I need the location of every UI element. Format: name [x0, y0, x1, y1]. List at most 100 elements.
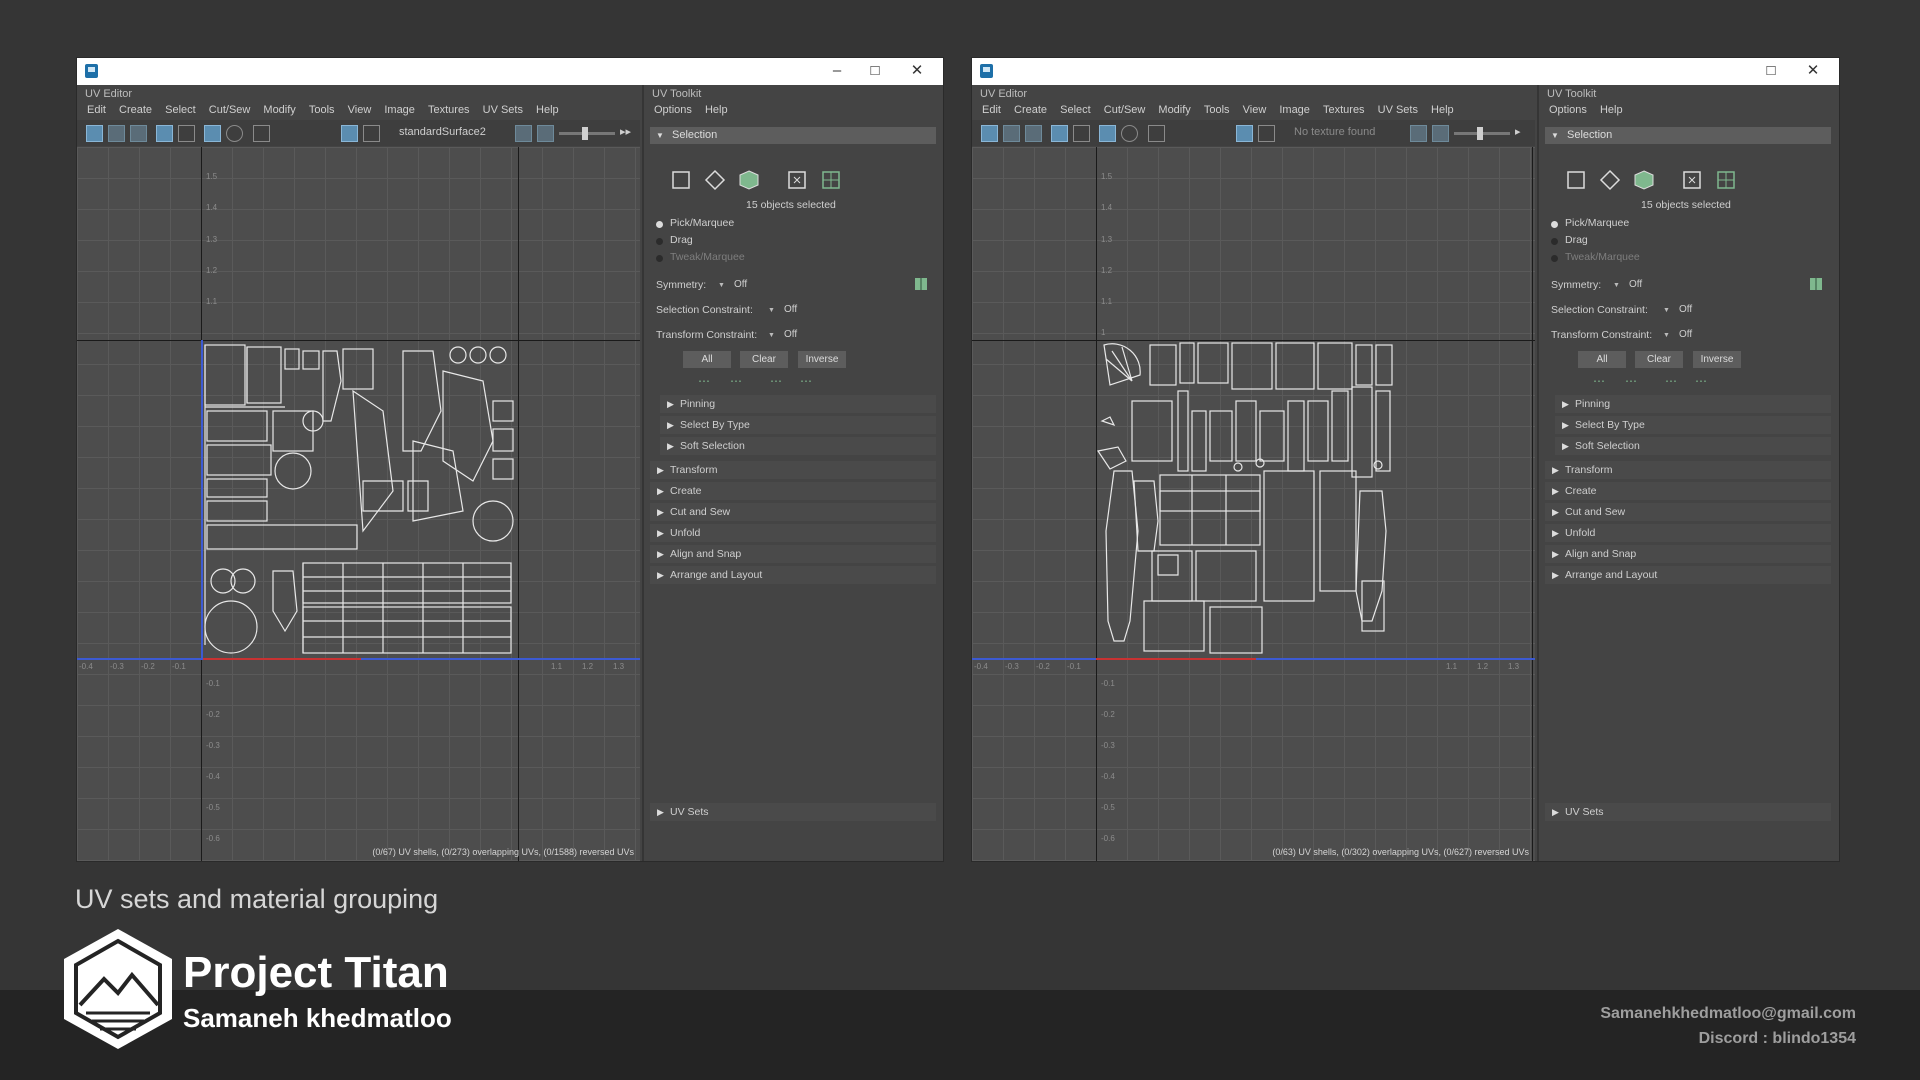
uv-shell-mode-icon[interactable] [1715, 169, 1737, 191]
frame-icon[interactable] [178, 125, 195, 142]
edge-mode-icon[interactable] [1599, 169, 1621, 191]
radio-pick-marquee[interactable] [1551, 221, 1558, 228]
inverse-button[interactable]: Inverse [798, 351, 846, 368]
menu-image[interactable]: Image [1279, 101, 1310, 119]
section-selection[interactable]: Selection [1545, 127, 1831, 144]
section-transform[interactable]: ▶ Transform [650, 461, 936, 479]
menu-edit[interactable]: Edit [87, 101, 106, 119]
uv-viewport[interactable]: 1.5 1.4 1.3 1.2 1.1 -0.1 -0.2 -0.3 -0.4 … [77, 147, 640, 861]
texture-field[interactable]: No texture found [1294, 124, 1375, 140]
section-create[interactable]: ▶ Create [1545, 482, 1831, 500]
slider-handle[interactable] [582, 127, 588, 140]
dropdown-arrow-icon[interactable]: ▼ [1613, 282, 1620, 289]
dropdown-arrow-icon[interactable]: ▼ [768, 332, 775, 339]
shrink-loop-icon[interactable]: ⋯ [800, 374, 812, 388]
menu-modify[interactable]: Modify [1158, 101, 1190, 119]
dropdown-arrow-icon[interactable]: ▼ [1663, 307, 1670, 314]
gamma-icon[interactable] [1432, 125, 1449, 142]
menu-uv-sets[interactable]: UV Sets [483, 101, 523, 119]
menu-help[interactable]: Help [1600, 101, 1623, 119]
radio-drag[interactable] [656, 238, 663, 245]
selection-constraint-dropdown[interactable]: Off [784, 304, 797, 315]
face-mode-icon[interactable] [1633, 169, 1655, 191]
select-all-button[interactable]: All [1578, 351, 1626, 368]
radio-pick-marquee[interactable] [656, 221, 663, 228]
symmetry-dropdown[interactable]: Off [1629, 279, 1642, 290]
menu-image[interactable]: Image [384, 101, 415, 119]
subsection-pinning[interactable]: ▶ Pinning [660, 395, 936, 413]
shrink-loop-icon[interactable]: ⋯ [1695, 374, 1707, 388]
checker-icon[interactable] [363, 125, 380, 142]
snapshot-icon[interactable] [226, 125, 243, 142]
radio-drag[interactable] [1551, 238, 1558, 245]
menu-options[interactable]: Options [654, 101, 692, 119]
section-create[interactable]: ▶ Create [650, 482, 936, 500]
uv-border-icon[interactable] [204, 125, 221, 142]
inverse-button[interactable]: Inverse [1693, 351, 1741, 368]
section-arrange-and-layout[interactable]: ▶ Arrange and Layout [1545, 566, 1831, 584]
camera-icon[interactable] [1148, 125, 1165, 142]
dropdown-arrow-icon[interactable]: ▼ [718, 282, 725, 289]
grow-selection-icon[interactable]: ⋯ [1593, 374, 1605, 388]
menu-create[interactable]: Create [1014, 101, 1047, 119]
section-unfold[interactable]: ▶ Unfold [650, 524, 936, 542]
section-align-and-snap[interactable]: ▶ Align and Snap [650, 545, 936, 563]
symmetry-dropdown[interactable]: Off [734, 279, 747, 290]
exposure-icon[interactable] [1410, 125, 1427, 142]
menu-create[interactable]: Create [119, 101, 152, 119]
menu-tools[interactable]: Tools [309, 101, 335, 119]
uv-viewport[interactable]: 1.5 1.4 1.3 1.2 1.1 1 -0.1 -0.2 -0.3 -0.… [972, 147, 1535, 861]
uv-mode-icon[interactable] [1681, 169, 1703, 191]
menu-view[interactable]: View [1243, 101, 1267, 119]
isolate-icon[interactable] [981, 125, 998, 142]
menu-help[interactable]: Help [536, 101, 559, 119]
menu-cut-sew[interactable]: Cut/Sew [209, 101, 251, 119]
shaded-icon[interactable] [130, 125, 147, 142]
section-transform[interactable]: ▶ Transform [1545, 461, 1831, 479]
menu-textures[interactable]: Textures [1323, 101, 1365, 119]
shrink-selection-icon[interactable]: ⋯ [1625, 374, 1637, 388]
subsection-soft-selection[interactable]: ▶ Soft Selection [1555, 437, 1831, 455]
shaded-icon[interactable] [1025, 125, 1042, 142]
contact-email[interactable]: Samanehkhedmatloo@gmail.com [1600, 1005, 1856, 1023]
section-uv-sets[interactable]: ▶ UV Sets [650, 803, 936, 821]
section-arrange-and-layout[interactable]: ▶ Arrange and Layout [650, 566, 936, 584]
subsection-select-by-type[interactable]: ▶ Select By Type [660, 416, 936, 434]
close-icon[interactable]: ✕ [1801, 61, 1825, 81]
section-uv-sets[interactable]: ▶ UV Sets [1545, 803, 1831, 821]
checker-icon[interactable] [1258, 125, 1275, 142]
texture-field[interactable]: standardSurface2 [399, 124, 486, 140]
grow-loop-icon[interactable]: ⋯ [1665, 374, 1677, 388]
shell-icon[interactable] [108, 125, 125, 142]
shell-icon[interactable] [1003, 125, 1020, 142]
face-mode-icon[interactable] [738, 169, 760, 191]
edge-mode-icon[interactable] [704, 169, 726, 191]
select-all-button[interactable]: All [683, 351, 731, 368]
subsection-pinning[interactable]: ▶ Pinning [1555, 395, 1831, 413]
dropdown-arrow-icon[interactable]: ▼ [768, 307, 775, 314]
texture-display-icon[interactable] [1236, 125, 1253, 142]
clear-button[interactable]: Clear [1635, 351, 1683, 368]
menu-help[interactable]: Help [1431, 101, 1454, 119]
menu-help[interactable]: Help [705, 101, 728, 119]
uv-shell-mode-icon[interactable] [820, 169, 842, 191]
menu-modify[interactable]: Modify [263, 101, 295, 119]
vertex-mode-icon[interactable] [1565, 169, 1587, 191]
toolbar-expand-icon[interactable]: ▸▸ [620, 124, 631, 140]
section-unfold[interactable]: ▶ Unfold [1545, 524, 1831, 542]
grid-icon[interactable] [156, 125, 173, 142]
section-cut-and-sew[interactable]: ▶ Cut and Sew [650, 503, 936, 521]
uv-mode-icon[interactable] [786, 169, 808, 191]
grow-selection-icon[interactable]: ⋯ [698, 374, 710, 388]
menu-cut-sew[interactable]: Cut/Sew [1104, 101, 1146, 119]
toolbar-expand-icon[interactable]: ▸ [1515, 124, 1521, 140]
transform-constraint-dropdown[interactable]: Off [1679, 329, 1692, 340]
section-selection[interactable]: Selection [650, 127, 936, 144]
menu-tools[interactable]: Tools [1204, 101, 1230, 119]
section-align-and-snap[interactable]: ▶ Align and Snap [1545, 545, 1831, 563]
shrink-selection-icon[interactable]: ⋯ [730, 374, 742, 388]
uv-border-icon[interactable] [1099, 125, 1116, 142]
symmetry-options-icon[interactable] [914, 277, 928, 291]
clear-button[interactable]: Clear [740, 351, 788, 368]
grow-loop-icon[interactable]: ⋯ [770, 374, 782, 388]
